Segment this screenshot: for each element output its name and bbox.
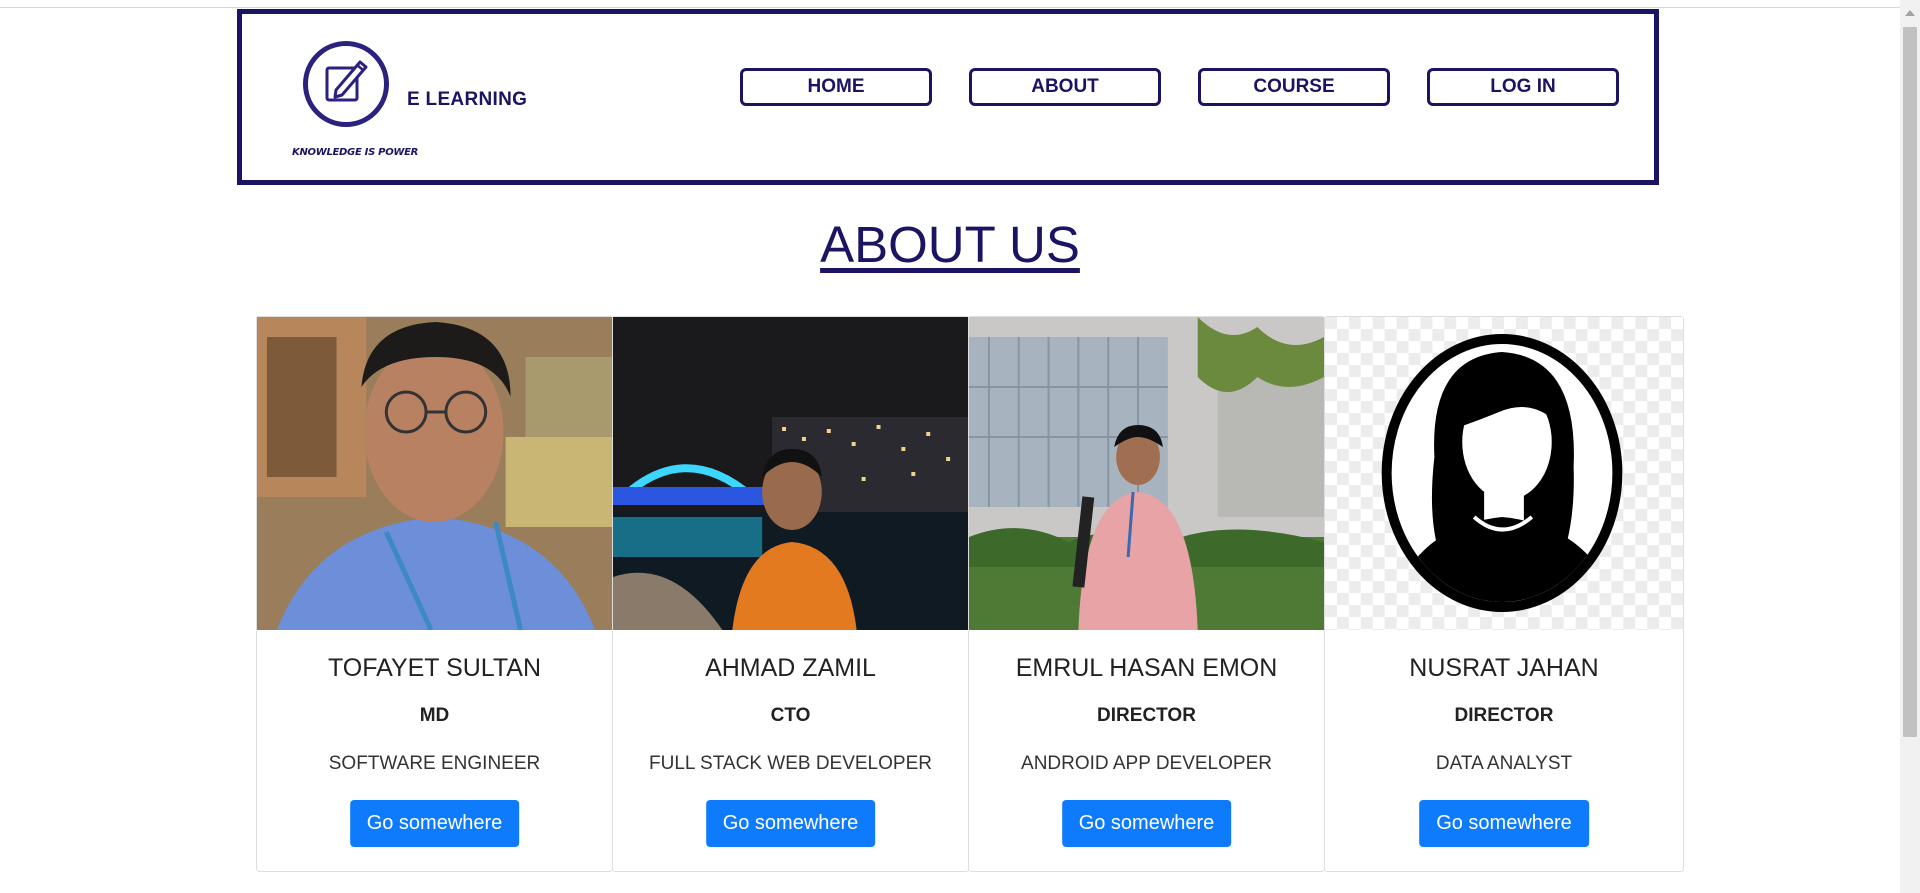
team-member-title: ANDROID APP DEVELOPER: [1021, 753, 1272, 774]
scrollbar-thumb[interactable]: [1903, 27, 1917, 737]
team-member-name: EMRUL HASAN EMON: [1015, 654, 1278, 682]
team-card: TOFAYET SULTAN MD SOFTWARE ENGINEER Go s…: [256, 316, 613, 872]
go-somewhere-button[interactable]: Go somewhere: [349, 800, 520, 847]
team-member-photo: [1325, 317, 1683, 630]
team-member-title: FULL STACK WEB DEVELOPER: [649, 753, 932, 774]
team-member-photo: [969, 317, 1324, 630]
team-member-name: AHMAD ZAMIL: [705, 654, 876, 682]
pencil-note-icon: [325, 60, 368, 102]
team-member-photo: [613, 317, 968, 630]
page: KNOWLEDGE IS POWER E LEARNING HOME ABOUT…: [0, 0, 1920, 893]
browser-top-edge: [0, 0, 1920, 8]
go-somewhere-button[interactable]: Go somewhere: [705, 800, 876, 847]
logo[interactable]: KNOWLEDGE IS POWER: [292, 41, 419, 161]
nav-course-button[interactable]: COURSE: [1198, 68, 1390, 106]
nav-about-button[interactable]: ABOUT: [969, 68, 1161, 106]
team-card: EMRUL HASAN EMON DIRECTOR ANDROID APP DE…: [968, 316, 1325, 872]
team-card: AHMAD ZAMIL CTO FULL STACK WEB DEVELOPER…: [612, 316, 969, 872]
nav-login-button[interactable]: LOG IN: [1427, 68, 1619, 106]
team-member-role: DIRECTOR: [1097, 705, 1196, 726]
team-member-photo: [257, 317, 612, 630]
go-somewhere-button[interactable]: Go somewhere: [1061, 800, 1232, 847]
site-header: KNOWLEDGE IS POWER E LEARNING HOME ABOUT…: [237, 9, 1659, 185]
nav-home-button[interactable]: HOME: [740, 68, 932, 106]
team-member-name: TOFAYET SULTAN: [327, 654, 541, 682]
team-member-role: MD: [419, 705, 450, 726]
team-member-role: CTO: [770, 705, 811, 726]
go-somewhere-button[interactable]: Go somewhere: [1419, 800, 1589, 847]
team-member-role: DIRECTOR: [1454, 705, 1554, 726]
page-scrollbar[interactable]: [1900, 0, 1920, 893]
logo-tagline: KNOWLEDGE IS POWER: [292, 147, 419, 158]
team-member-title: SOFTWARE ENGINEER: [328, 753, 541, 774]
brand-name[interactable]: E LEARNING: [407, 89, 527, 111]
page-title: ABOUT US: [820, 216, 1080, 273]
team-member-title: DATA ANALYST: [1435, 753, 1573, 774]
team-member-name: NUSRAT JAHAN: [1409, 654, 1599, 682]
team-card: NUSRAT JAHAN DIRECTOR DATA ANALYST Go so…: [1324, 316, 1684, 872]
scroll-up-arrow-icon[interactable]: [1905, 10, 1915, 16]
